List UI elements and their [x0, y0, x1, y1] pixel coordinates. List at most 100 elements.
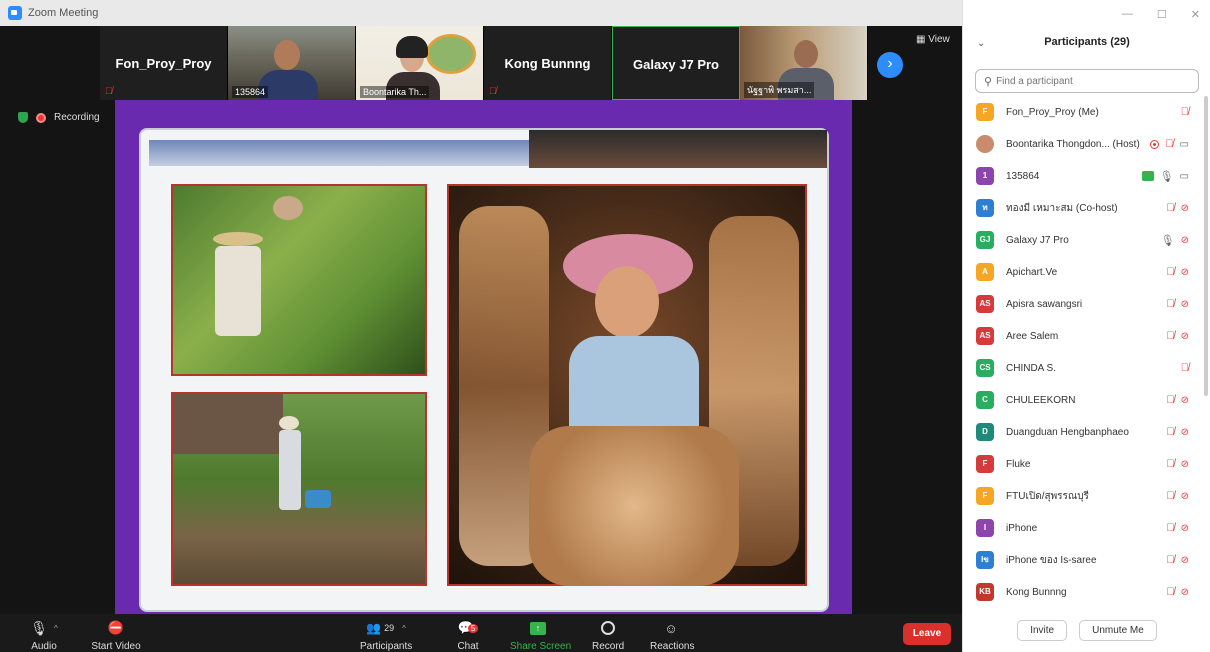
gallery-tile-fon[interactable]: Fon_Proy_Proy 🎙̸ — [100, 26, 228, 100]
meeting-stage: Fon_Proy_Proy 🎙̸ 135864 Boontarika Th... — [0, 26, 962, 614]
video-off-icon: ⊘ — [1180, 202, 1189, 214]
video-off-icon: ⊘ — [1180, 394, 1189, 406]
recording-icon — [1150, 139, 1160, 149]
participant-status-icons: 🎙̸ ⊘ — [1166, 330, 1189, 342]
participant-name: ทองมี เหมาะสม (Co-host) — [1006, 202, 1118, 214]
smiley-icon: ☺ — [664, 620, 678, 636]
video-off-icon: ⊘ — [1180, 330, 1189, 342]
participant-avatar: F — [976, 103, 994, 121]
participant-status-icons: 🎙̸ ⊘ — [1166, 298, 1189, 310]
start-video-button[interactable]: ⛔ Start Video — [88, 618, 144, 652]
participant-name: Aree Salem — [1006, 330, 1059, 342]
slide-photo-watering — [171, 392, 427, 586]
mic-muted-icon: 🎙̸ — [1166, 458, 1175, 470]
mic-muted-icon: 🎙̸ — [1166, 554, 1175, 566]
participants-icon: 👥 — [366, 621, 382, 635]
participants-button[interactable]: 👥 29 ^ Participants — [360, 618, 412, 652]
slide-photo-mushrooms — [447, 184, 807, 586]
leave-button[interactable]: Leave — [903, 623, 951, 645]
tile-name: Boontarika Th... — [360, 86, 430, 98]
grid-icon: ▦ — [916, 34, 926, 45]
participant-row[interactable]: F FTUเปิด/สุพรรณบุรี 🎙̸ ⊘ — [963, 480, 1203, 512]
participant-row[interactable]: Boontarika Thongdon... (Host) 🎙̸ ▭ — [963, 128, 1203, 160]
invite-button[interactable]: Invite — [1017, 620, 1068, 641]
recording-indicator: Recording — [18, 112, 100, 123]
audio-label: Audio — [31, 641, 57, 652]
mic-muted-icon: 🎙̸ — [1180, 362, 1189, 374]
participant-name: FTUเปิด/สุพรรณบุรี — [1006, 490, 1089, 502]
participant-name: Galaxy J7 Pro — [1006, 234, 1069, 246]
record-label: Record — [592, 641, 625, 652]
screen-share-icon — [1141, 171, 1154, 181]
participant-row[interactable]: 1 135864 🎙 ▭ — [963, 160, 1203, 192]
mic-muted-icon: 🎙̸ — [1180, 106, 1189, 118]
slide-header-bar — [149, 140, 529, 166]
gallery-tile-nattha[interactable]: นัฐฐาพิ พรมสา... — [740, 26, 868, 100]
participant-avatar: CS — [976, 359, 994, 377]
chat-button[interactable]: 💬 5 Chat — [456, 618, 480, 652]
participant-row[interactable]: AS Apisra sawangsri 🎙̸ ⊘ — [963, 288, 1203, 320]
video-off-icon: ⊘ — [1180, 426, 1189, 438]
participant-row[interactable]: F Fluke 🎙̸ ⊘ — [963, 448, 1203, 480]
participant-row[interactable]: CS CHINDA S. 🎙̸ — [963, 352, 1203, 384]
participant-avatar: ท — [976, 199, 994, 217]
unmute-me-button[interactable]: Unmute Me — [1079, 620, 1157, 641]
window-controls: — ☐ ✕ — [1122, 8, 1200, 21]
participant-name: Fluke — [1006, 458, 1031, 470]
tile-name: นัฐฐาพิ พรมสา... — [744, 82, 815, 98]
audio-button[interactable]: 🎙 ^ Audio — [28, 618, 60, 652]
participants-label: Participants — [360, 641, 413, 652]
participant-search[interactable]: ⚲ — [975, 69, 1199, 93]
video-off-icon: ⊘ — [1180, 266, 1189, 278]
video-off-icon: ⊘ — [1180, 234, 1189, 246]
participant-list: F Fon_Proy_Proy (Me) 🎙̸ Boontarika Thongdon… — [963, 96, 1203, 608]
panel-scrollbar[interactable] — [1204, 96, 1208, 396]
participant-row[interactable]: GJ Galaxy J7 Pro 🎙 ⊘ — [963, 224, 1203, 256]
mic-muted-icon: 🎙̸ — [1166, 586, 1175, 598]
participant-row[interactable]: A Apichart.Ve 🎙̸ ⊘ — [963, 256, 1203, 288]
gallery-tile-135864[interactable]: 135864 — [228, 26, 356, 100]
participant-row[interactable]: C CHULEEKORN 🎙̸ ⊘ — [963, 384, 1203, 416]
tile-name: Galaxy J7 Pro — [633, 57, 719, 72]
participant-name: Fon_Proy_Proy (Me) — [1006, 106, 1099, 118]
view-button[interactable]: ▦ View — [916, 34, 950, 45]
participant-status-icons: 🎙̸ ⊘ — [1166, 426, 1189, 438]
gallery-tile-kong[interactable]: Kong Bunnng 🎙̸ — [484, 26, 612, 100]
panel-title: Participants (29) — [1044, 36, 1130, 48]
participant-row[interactable]: AS Aree Salem 🎙̸ ⊘ — [963, 320, 1203, 352]
participant-row[interactable]: D Duangduan Hengbanphaeo 🎙̸ ⊘ — [963, 416, 1203, 448]
record-icon — [601, 621, 615, 635]
reactions-button[interactable]: ☺ Reactions — [650, 618, 694, 652]
video-off-icon: ⊘ — [1180, 298, 1189, 310]
search-input[interactable] — [996, 75, 1187, 87]
gallery-tile-boontarika[interactable]: Boontarika Th... — [356, 26, 484, 100]
participant-row[interactable]: F Fon_Proy_Proy (Me) 🎙̸ — [963, 96, 1203, 128]
maximize-icon[interactable]: ☐ — [1157, 8, 1167, 21]
participant-avatar: 1 — [976, 167, 994, 185]
record-button[interactable]: Record — [592, 618, 624, 652]
share-screen-button[interactable]: ↑ Share Screen — [510, 618, 571, 652]
video-off-icon: ⊘ — [1180, 490, 1189, 502]
participant-row[interactable]: ท ทองมี เหมาะสม (Co-host) 🎙̸ ⊘ — [963, 192, 1203, 224]
participant-avatar: D — [976, 423, 994, 441]
title-bar: Zoom Meeting — [0, 0, 962, 26]
zoom-window: Zoom Meeting Fon_Proy_Proy 🎙̸ 135864 Boo… — [0, 0, 1210, 652]
mic-muted-icon: 🎙̸ — [1166, 298, 1175, 310]
muted-mic-icon: 🎙̸ — [105, 86, 113, 97]
participant-row[interactable]: IiPhone 🎙̸ ⊘ — [963, 512, 1203, 544]
participant-row[interactable]: KB Kong Bunnng 🎙̸ ⊘ — [963, 576, 1203, 608]
participant-avatar: KB — [976, 583, 994, 601]
chevron-up-icon: ^ — [402, 623, 406, 633]
participant-row[interactable]: Iข iPhone ของ Is-saree 🎙̸ ⊘ — [963, 544, 1203, 576]
close-icon[interactable]: ✕ — [1191, 8, 1200, 21]
chat-badge: 5 — [467, 623, 479, 633]
slide-header-image — [529, 130, 827, 168]
gallery-tile-galaxy[interactable]: Galaxy J7 Pro — [612, 26, 740, 100]
gallery-next-button[interactable]: › — [877, 52, 903, 78]
participant-avatar: GJ — [976, 231, 994, 249]
presentation-slide — [139, 128, 829, 612]
window-title: Zoom Meeting — [28, 7, 99, 19]
video-off-icon: ⊘ — [1180, 554, 1189, 566]
minimize-icon[interactable]: — — [1122, 8, 1133, 21]
participant-name: Boontarika Thongdon... (Host) — [1006, 138, 1140, 150]
